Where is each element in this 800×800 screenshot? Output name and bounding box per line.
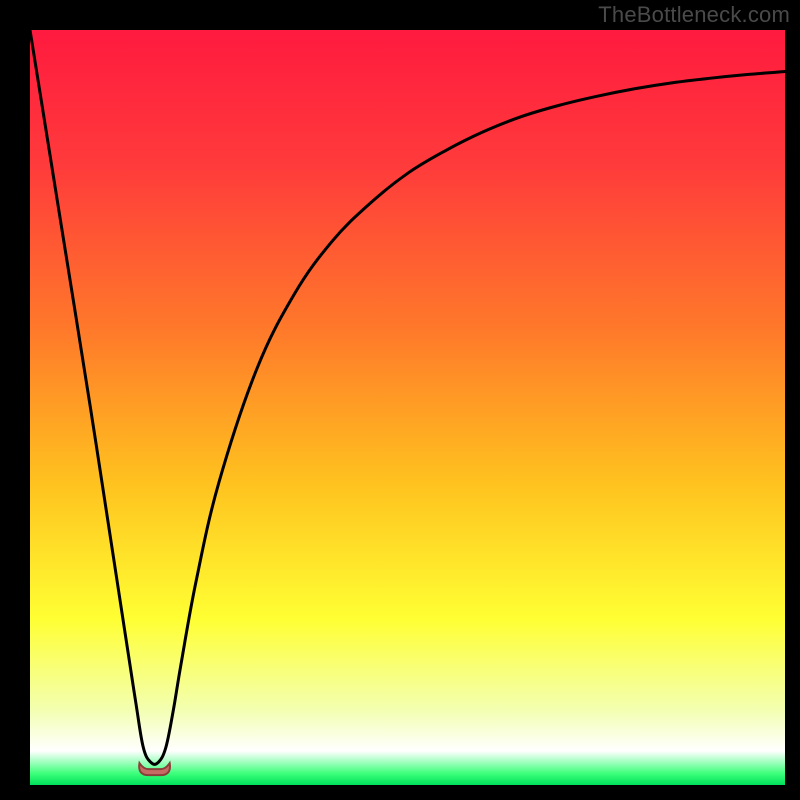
watermark-text: TheBottleneck.com xyxy=(598,2,790,28)
gradient-background xyxy=(30,30,785,785)
plot-area xyxy=(30,30,785,785)
bottleneck-chart xyxy=(30,30,785,785)
chart-frame: TheBottleneck.com xyxy=(0,0,800,800)
